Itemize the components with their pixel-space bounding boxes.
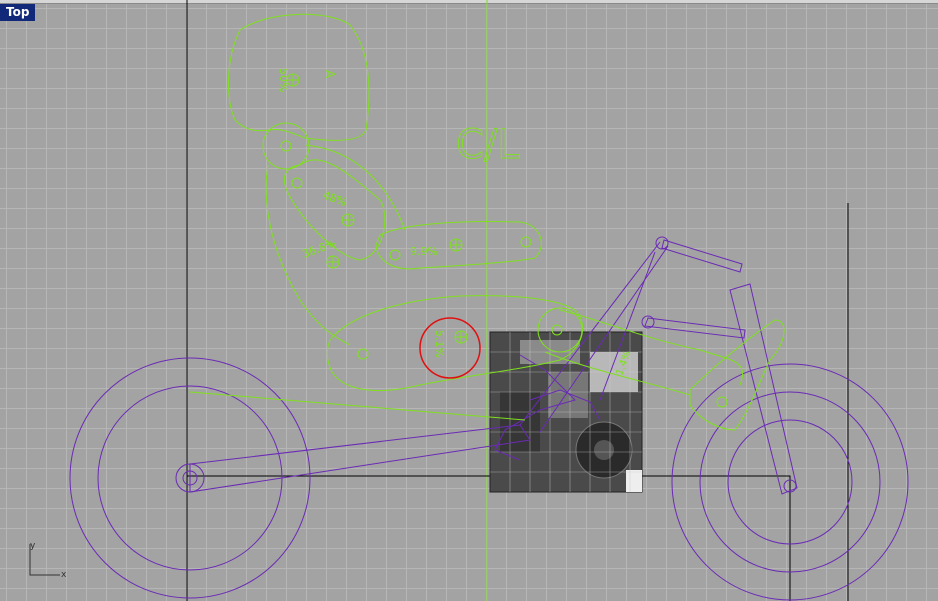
mass-center-icon [326, 255, 340, 269]
swingarm [189, 424, 531, 493]
handlebar [661, 239, 743, 273]
shoulder-joint [262, 122, 310, 170]
mass-center-icon [341, 213, 355, 227]
hip-pivot [357, 348, 369, 360]
pct-shin-label: 5.1% [433, 330, 446, 358]
ankle-pivot [716, 396, 728, 408]
mass-center-icon [454, 330, 468, 344]
mass-center-icons [286, 73, 468, 344]
torso-front [304, 144, 406, 231]
pct-head-label: 50% [277, 68, 290, 92]
axis-widget-icon: y x [29, 541, 67, 580]
marker-a-label: A [323, 70, 337, 79]
front-fork [729, 283, 798, 495]
motorcycle-wireframe[interactable] [69, 236, 909, 601]
centerline-label: C/L [456, 122, 520, 168]
scene-canvas[interactable]: C/L 50% A 48% 36.8% 9.9% 5.1% 1.4% y x [0, 0, 938, 601]
engine-reference-image[interactable] [489, 331, 643, 493]
shoulder-pivot [280, 140, 292, 152]
footrest-bracket [644, 317, 746, 339]
pct-torso-label: 48% [321, 189, 348, 210]
wrist-pivot [389, 249, 401, 261]
reach-line [189, 391, 526, 421]
mass-center-icon [449, 238, 463, 252]
pct-hip-label: 36.8% [301, 237, 338, 261]
axis-x-label: x [61, 570, 67, 580]
ground-reference [187, 475, 791, 601]
elbow-pivot [291, 177, 303, 189]
foot [689, 319, 785, 431]
axis-y-label: y [30, 541, 36, 551]
pct-thigh-label: 9.9% [410, 245, 438, 258]
hand-pivot [520, 236, 532, 248]
selected-mass-circle[interactable] [419, 317, 481, 379]
